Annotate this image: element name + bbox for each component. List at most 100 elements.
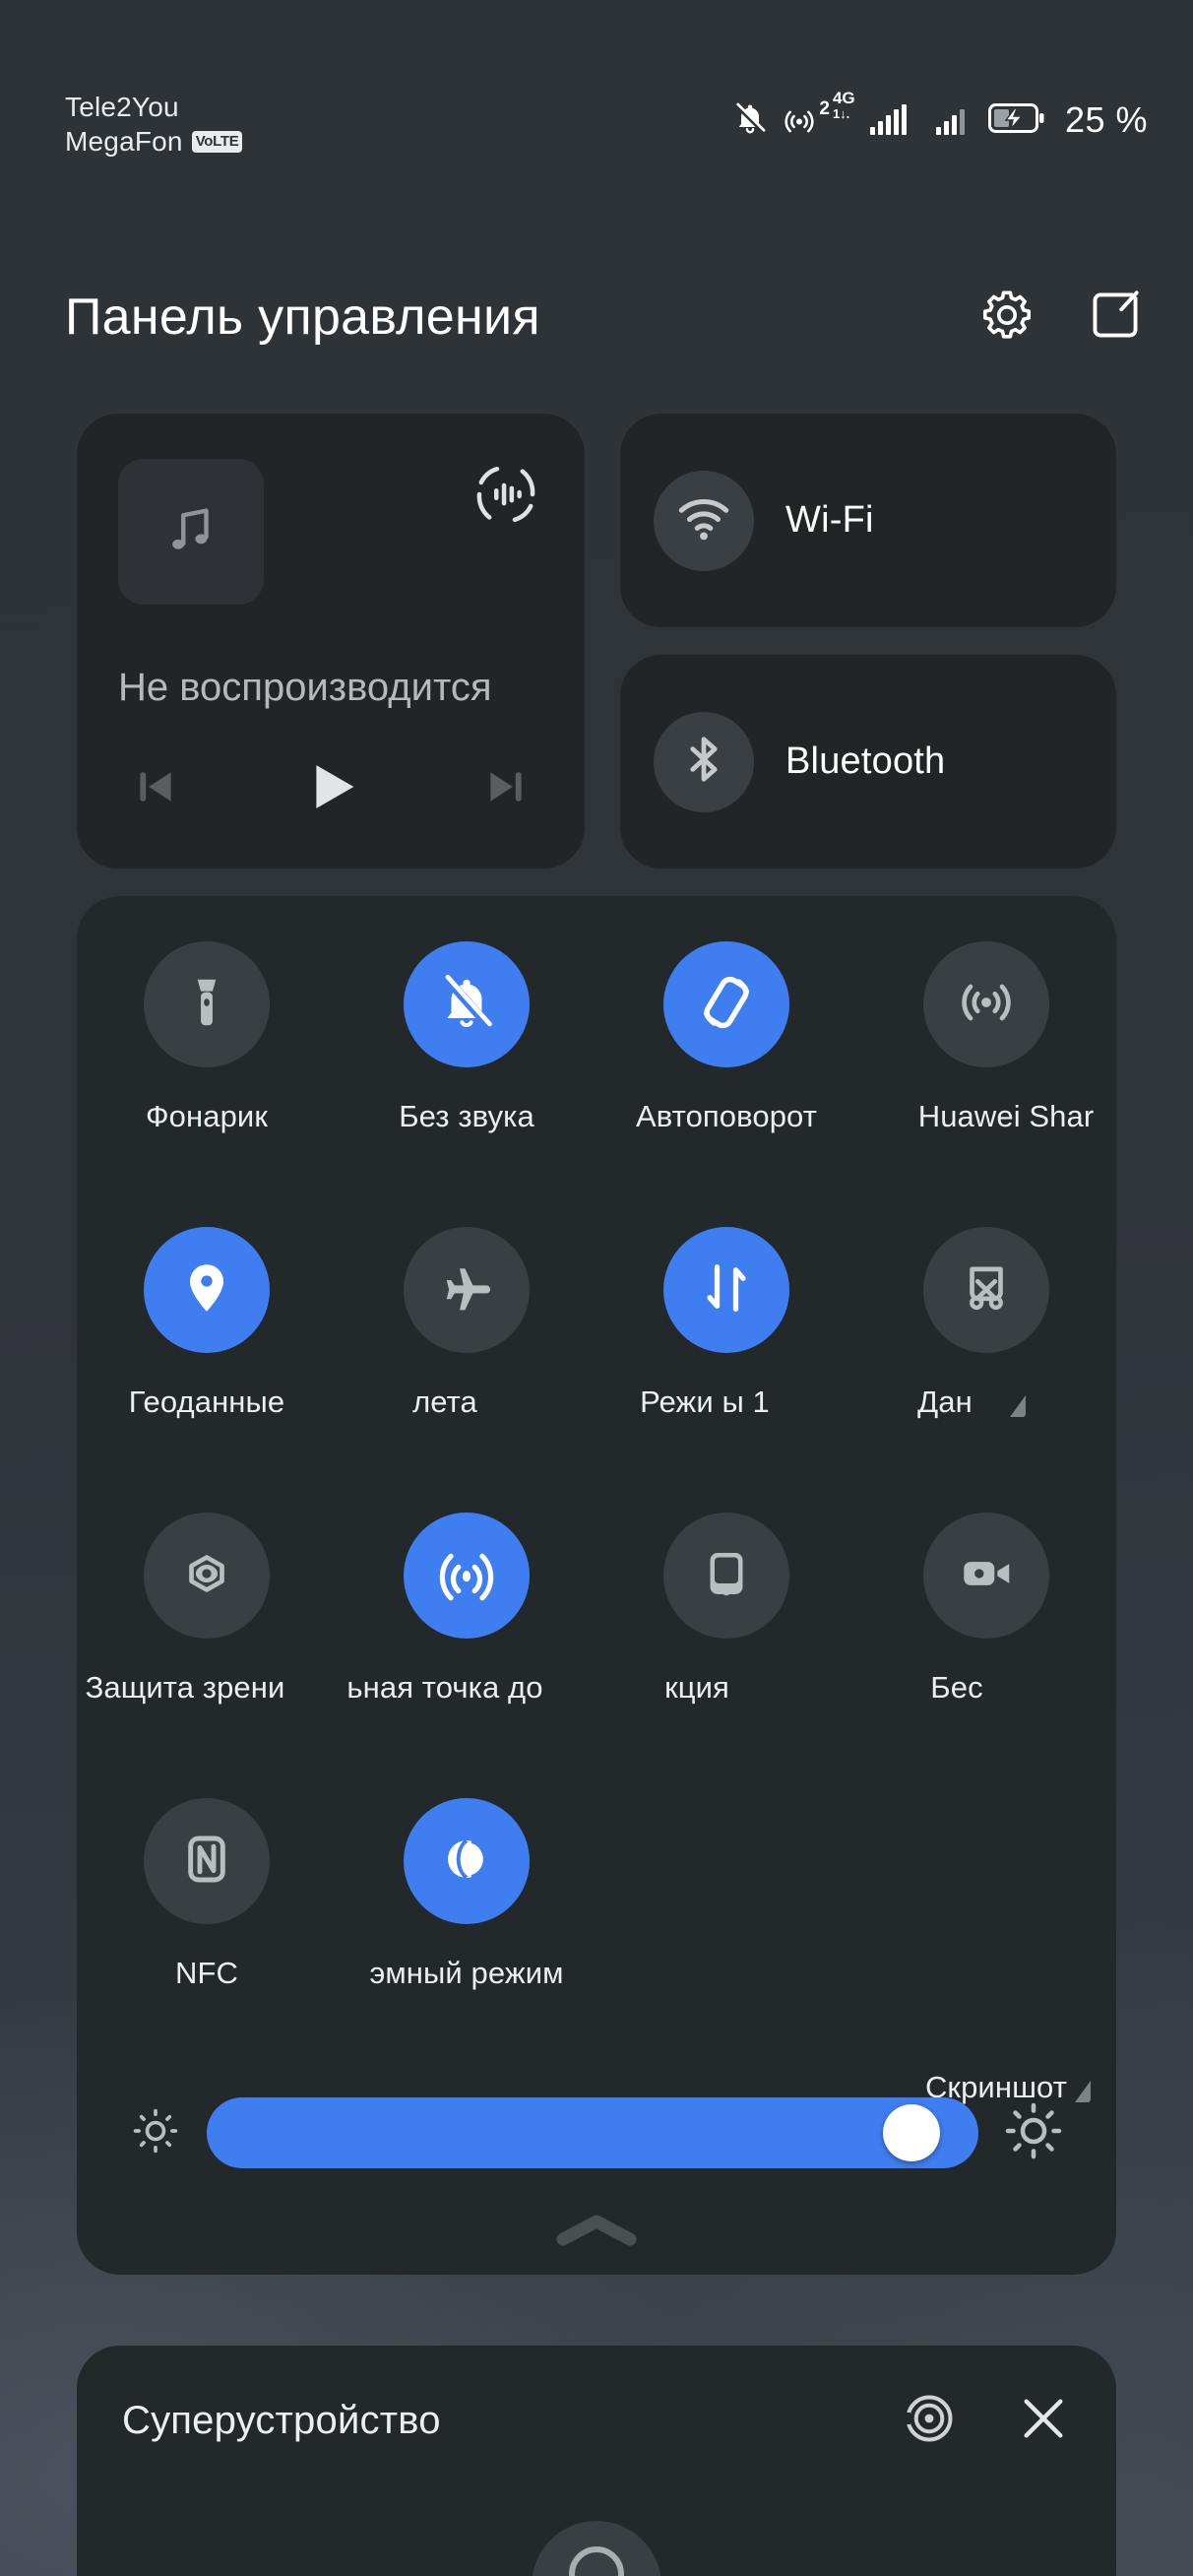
toggle-flashlight[interactable]: Фонарик [77,941,337,1227]
signal-bars-secondary-icon [935,105,965,135]
battery-percent-text: 25 % [1064,99,1148,140]
mobile-data-icon-circle [663,1227,789,1353]
brightness-low-icon [130,2105,181,2161]
toggle-label-data: Дан [917,1385,973,1419]
toggle-location[interactable]: Геоданные [77,1227,337,1513]
toggle-label-huawei-share: Huawei Shar [917,1099,1095,1133]
dark-mode-icon-circle [404,1798,530,1924]
toggle-label-row-screenshot: Дан [856,1385,1116,1420]
volte-badge: VoLTE [191,131,243,153]
brightness-slider[interactable] [207,2097,978,2168]
wifi-icon [675,489,732,551]
network-sub-label: 1↓. [832,106,850,121]
bell-mute-icon [436,972,497,1038]
toggle-screenshot[interactable]: Дан [856,1227,1116,1513]
eye-comfort-icon [176,1543,237,1609]
device-ring [569,2546,624,2576]
toggle-eye-comfort[interactable]: Защита зрени [77,1513,337,1798]
toggle-hotspot[interactable]: ьная точка до [337,1513,596,1798]
toggle-huawei-share[interactable]: Huawei Shar [856,941,1116,1227]
toggle-silent[interactable]: Без звука [337,941,596,1227]
skip-next-icon[interactable] [478,760,532,818]
toggle-mobile-data[interactable]: Режи ы 1 [596,1227,856,1513]
toggle-label-eye-comfort: Защита зрени [85,1670,285,1705]
nfc-icon [179,1832,234,1892]
toggle-row-1: Фонарик Без звука Автоповорот Huawei Sha… [77,941,1116,1227]
hotspot-icon [434,1541,499,1611]
status-icons: 2 4G 1↓. 25 % [732,90,1148,141]
toggle-row-4: NFC эмный режим [77,1798,1116,2084]
connectivity-tiles: Wi-Fi Bluetooth [620,414,1116,869]
signal-primary: 4G 1↓. [831,90,907,135]
toggle-label-bes: Бес [930,1670,983,1705]
page-title: Панель управления [65,289,540,346]
hotspot-status-icon: 2 [782,98,830,138]
flashlight-icon-circle [144,941,270,1067]
close-icon[interactable] [1016,2391,1071,2451]
brightness-slider-knob[interactable] [882,2104,940,2161]
panel-header: Панель управления [0,258,1193,376]
wifi-icon-circle [654,470,754,571]
location-pin-icon [176,1257,237,1323]
media-status-text: Не воспроизводится [118,666,492,709]
toggle-label-projection: кция [664,1670,729,1705]
carrier-name-2-row: MegaFon VoLTE [65,128,243,156]
data-transfer-icon [697,1258,756,1322]
hotspot-icon-circle [404,1513,530,1639]
tile-wifi[interactable]: Wi-Fi [620,414,1116,627]
bluetooth-icon-circle [654,711,754,812]
eye-comfort-icon-circle [144,1513,270,1639]
screenshot-icon-circle [923,1227,1049,1353]
toggle-row-2: Геоданные лета Режи ы 1 Дан [77,1227,1116,1513]
corner-triangle-icon [1009,1395,1026,1417]
status-bar: Tele2You MegaFon VoLTE 2 4G 1↓. 25 % [0,0,1193,187]
toggle-row-3: Защита зрени ьная точка до кция Бес [77,1513,1116,1798]
airplane-icon [435,1256,498,1324]
toggle-autorotate[interactable]: Автоповорот [596,941,856,1227]
radar-scan-icon[interactable] [902,2391,957,2451]
audio-output-waveform-icon[interactable] [471,459,541,530]
tile-bluetooth[interactable]: Bluetooth [620,655,1116,869]
album-art-placeholder [118,459,264,605]
toggle-screen-recorder[interactable]: Бес [856,1513,1116,1798]
quick-toggles-panel: Фонарик Без звука Автоповорот Huawei Sha… [77,896,1116,2275]
control-panel-screen: Tele2You MegaFon VoLTE 2 4G 1↓. 25 % Пан… [0,0,1193,2576]
toggle-nfc[interactable]: NFC [77,1798,337,2084]
tile-label-bluetooth: Bluetooth [785,741,946,782]
media-controls [118,752,543,826]
location-icon-circle [144,1227,270,1353]
toggle-dark-mode[interactable]: эмный режим [337,1798,596,2084]
device-circle-icon[interactable] [532,2521,661,2576]
brightness-high-icon [1004,2101,1063,2165]
network-type-label: 4G [832,89,855,107]
nfc-icon-circle [144,1798,270,1924]
super-device-header: Суперустройство [122,2391,1071,2451]
toggle-airplane[interactable]: лета [337,1227,596,1513]
wireless-projection-icon [697,1544,756,1608]
toggle-label-location: Геоданные [128,1385,285,1419]
quick-toggles-grid: Фонарик Без звука Автоповорот Huawei Sha… [77,941,1116,2084]
toggle-wireless-projection[interactable]: кция [596,1513,856,1798]
airplane-icon-circle [404,1227,530,1353]
carrier-info: Tele2You MegaFon VoLTE [65,92,243,156]
carrier-name-1: Tele2You [65,92,179,122]
toggle-label-dark-mode: эмный режим [369,1956,564,1990]
skip-previous-icon[interactable] [130,760,183,818]
signal-bars-icon [869,104,907,135]
gear-icon[interactable] [978,287,1036,349]
toggle-label-autorotate: Автоповорот [635,1099,818,1133]
play-icon[interactable] [296,752,365,826]
top-cards-row: Не воспроизводится Wi-Fi Bluetooth [77,414,1116,869]
chevron-up-icon[interactable] [77,2210,1116,2249]
toggle-empty-1 [596,1798,856,2084]
toggle-label-nfc: NFC [174,1956,238,1990]
brightness-slider-row [77,2097,1116,2168]
screenshot-icon [956,1257,1017,1323]
super-device-card: Суперустройство [77,2346,1116,2576]
dark-mode-icon [438,1831,495,1893]
music-note-icon [160,499,221,565]
edit-pencil-icon[interactable] [1087,287,1144,349]
media-player-card[interactable]: Не воспроизводится [77,414,585,869]
header-actions [978,287,1144,349]
huawei-share-icon-circle [923,941,1049,1067]
